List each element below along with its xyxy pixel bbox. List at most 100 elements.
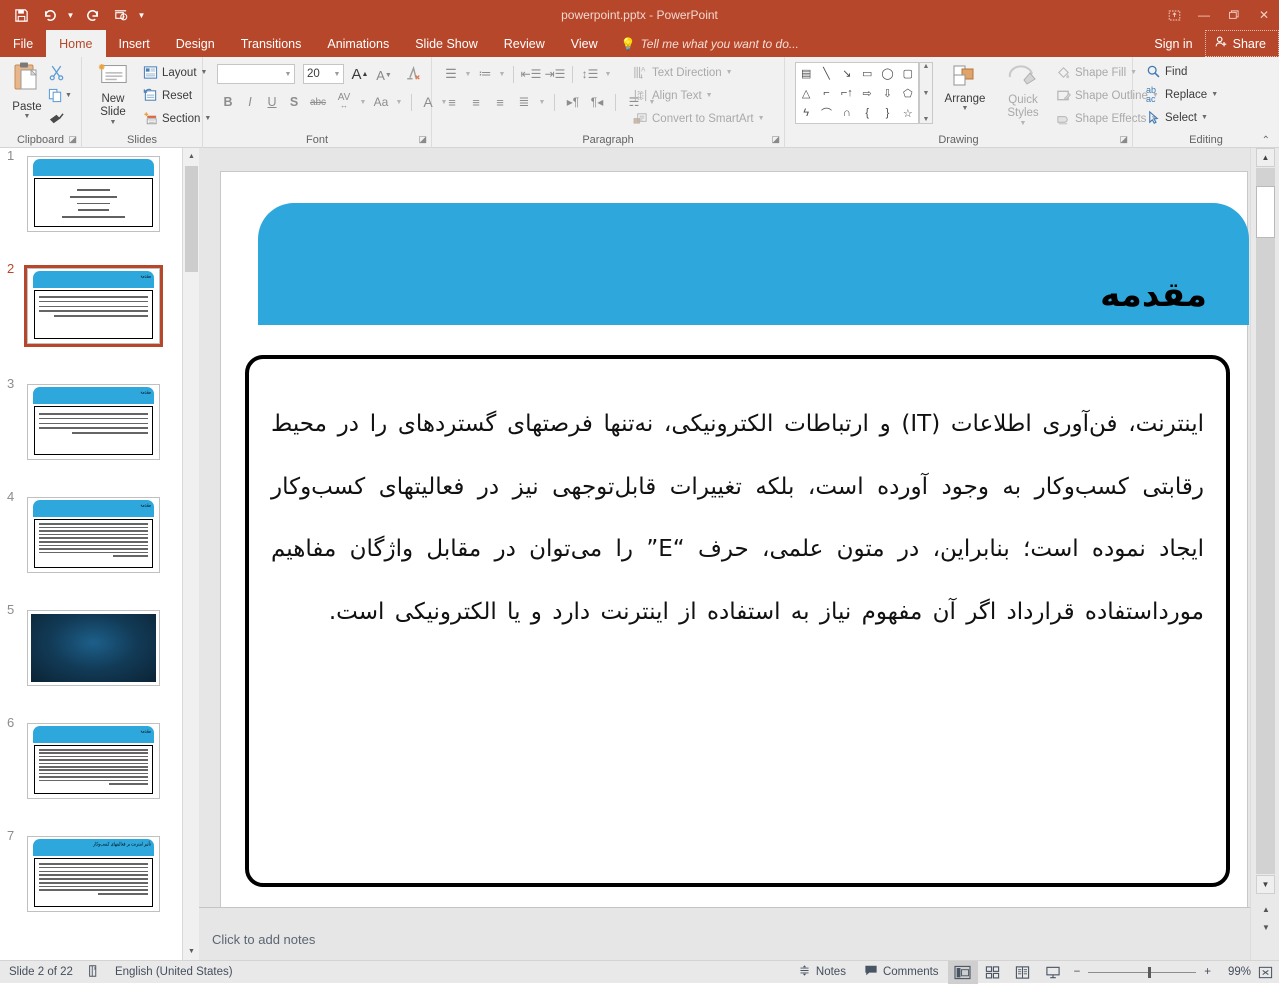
text-shadow-button[interactable]: S bbox=[283, 91, 305, 113]
slide-body-text[interactable]: اینترنت، فن‌آوری اطلاعات (IT) و ارتباطات… bbox=[271, 393, 1204, 643]
strikethrough-button[interactable]: abc bbox=[305, 91, 331, 113]
bullets-dropdown-icon[interactable]: ▼ bbox=[462, 71, 474, 78]
thumb-scrollbar-handle[interactable] bbox=[185, 166, 198, 272]
thumb-scroll-down-icon[interactable]: ▼ bbox=[183, 943, 200, 960]
decrease-font-size-button[interactable]: A▼ bbox=[373, 65, 395, 85]
normal-view-button[interactable] bbox=[948, 961, 978, 984]
close-icon[interactable]: ✕ bbox=[1249, 0, 1279, 30]
decrease-indent-button[interactable]: ⇤☰ bbox=[519, 63, 543, 85]
language-status[interactable]: English (United States) bbox=[115, 966, 233, 978]
tab-transitions[interactable]: Transitions bbox=[228, 30, 315, 57]
restore-icon[interactable] bbox=[1219, 0, 1249, 30]
slide-thumbnail-6[interactable]: مقدمه bbox=[27, 723, 160, 799]
increase-indent-button[interactable]: ⇥☰ bbox=[543, 63, 567, 85]
copy-button[interactable]: ▼ bbox=[48, 84, 82, 107]
slide-thumbnail-1[interactable] bbox=[27, 156, 160, 232]
collapse-ribbon-icon[interactable]: ⌃ bbox=[1262, 135, 1270, 146]
ribbon-display-options-icon[interactable] bbox=[1159, 0, 1189, 30]
tab-home[interactable]: Home bbox=[46, 30, 105, 57]
select-dropdown-icon[interactable]: ▼ bbox=[1201, 114, 1208, 121]
justify-dropdown-icon[interactable]: ▼ bbox=[536, 99, 548, 106]
tab-view[interactable]: View bbox=[558, 30, 611, 57]
bold-button[interactable]: B bbox=[217, 91, 239, 113]
stage-scroll-down-icon[interactable]: ▼ bbox=[1256, 875, 1275, 894]
tab-slide-show[interactable]: Slide Show bbox=[402, 30, 491, 57]
character-spacing-button[interactable]: AV↔ bbox=[331, 91, 357, 113]
slide-thumbnail-pane[interactable]: 1 2 مقدمه 3 bbox=[0, 148, 182, 960]
line-spacing-dropdown-icon[interactable]: ▼ bbox=[602, 71, 614, 78]
shape-down-arrow-icon[interactable]: ⇩ bbox=[877, 83, 897, 103]
shape-right-brace-icon[interactable]: } bbox=[877, 103, 897, 123]
format-painter-button[interactable] bbox=[48, 107, 82, 130]
arrange-button[interactable]: Arrange ▼ bbox=[937, 64, 993, 112]
slide-counter[interactable]: Slide 2 of 22 bbox=[9, 966, 73, 978]
reading-view-button[interactable] bbox=[1008, 961, 1038, 984]
convert-to-smartart-button[interactable]: Convert to SmartArt ▼ bbox=[630, 107, 768, 130]
shape-star-icon[interactable]: ☆ bbox=[898, 103, 918, 123]
shapes-gallery[interactable]: ▤ ╲ ↘ ▭ ◯ ▢ △ ⌐ ⌐↑ ⇨ ⇩ ⬠ ϟ ⌒ ∩ { } ☆ bbox=[795, 62, 919, 124]
share-button[interactable]: Share bbox=[1205, 30, 1279, 57]
line-spacing-button[interactable]: ↕☰ bbox=[578, 63, 602, 85]
new-slide-dropdown-icon[interactable]: ▼ bbox=[88, 119, 138, 126]
shape-pentagon-icon[interactable]: ⬠ bbox=[898, 83, 918, 103]
tab-insert[interactable]: Insert bbox=[106, 30, 163, 57]
font-size-dropdown-icon[interactable]: ▼ bbox=[330, 64, 344, 84]
font-dialog-launcher-icon[interactable]: ◪ bbox=[418, 134, 427, 145]
slide-thumbnail-2[interactable]: مقدمه bbox=[27, 268, 160, 344]
text-direction-button[interactable]: A Text Direction ▼ bbox=[630, 61, 768, 84]
ltr-direction-button[interactable]: ▸¶ bbox=[561, 91, 585, 113]
tab-review[interactable]: Review bbox=[491, 30, 558, 57]
align-center-button[interactable]: ≡ bbox=[464, 91, 488, 113]
select-button[interactable]: Select ▼ bbox=[1143, 106, 1221, 129]
find-button[interactable]: Find bbox=[1143, 60, 1221, 83]
current-slide[interactable]: مقدمه اینترنت، فن‌آوری اطلاعات (IT) و ار… bbox=[220, 171, 1248, 910]
cut-button[interactable] bbox=[48, 61, 82, 84]
stage-scrollbar-handle[interactable] bbox=[1256, 186, 1275, 238]
copy-dropdown-icon[interactable]: ▼ bbox=[65, 92, 72, 99]
clipboard-dialog-launcher-icon[interactable]: ◪ bbox=[68, 134, 77, 145]
slide-content-placeholder[interactable]: اینترنت، فن‌آوری اطلاعات (IT) و ارتباطات… bbox=[245, 355, 1230, 887]
align-right-button[interactable]: ≡ bbox=[488, 91, 512, 113]
shape-rounded-rectangle-icon[interactable]: ▢ bbox=[898, 63, 918, 83]
tab-file[interactable]: File bbox=[0, 30, 46, 57]
spell-check-icon[interactable]: x bbox=[87, 964, 101, 981]
paragraph-dialog-launcher-icon[interactable]: ◪ bbox=[771, 134, 780, 145]
minimize-icon[interactable]: — bbox=[1189, 0, 1219, 30]
shape-rectangle-icon[interactable]: ▭ bbox=[857, 63, 877, 83]
bullets-button[interactable]: ☰ bbox=[440, 63, 462, 85]
clear-formatting-button[interactable] bbox=[401, 64, 423, 84]
customize-qat-icon[interactable]: ▼ bbox=[135, 2, 148, 28]
slide-show-view-button[interactable] bbox=[1038, 961, 1068, 984]
slide-thumbnail-7[interactable]: تأثیر اینترنت بر فعالیتهای کسب‌وکار bbox=[27, 836, 160, 912]
zoom-slider-handle[interactable] bbox=[1148, 967, 1151, 978]
underline-button[interactable]: U bbox=[261, 91, 283, 113]
zoom-control[interactable]: − + bbox=[1068, 966, 1217, 978]
shape-oval-icon[interactable]: ◯ bbox=[877, 63, 897, 83]
text-direction-dropdown-icon[interactable]: ▼ bbox=[726, 69, 733, 76]
tab-design[interactable]: Design bbox=[163, 30, 228, 57]
zoom-in-button[interactable]: + bbox=[1204, 966, 1211, 978]
previous-slide-icon[interactable]: ▲ bbox=[1259, 902, 1273, 916]
notes-toggle-button[interactable]: Notes bbox=[789, 961, 855, 984]
comments-toggle-button[interactable]: Comments bbox=[855, 961, 948, 984]
slide-thumbnail-3[interactable]: مقدمه bbox=[27, 384, 160, 460]
redo-icon[interactable] bbox=[79, 2, 105, 28]
sign-in-button[interactable]: Sign in bbox=[1142, 37, 1204, 51]
undo-dropdown-icon[interactable]: ▼ bbox=[64, 2, 77, 28]
zoom-out-button[interactable]: − bbox=[1074, 966, 1081, 978]
shapes-gallery-scrollbar[interactable]: ▲ ▼ ▼ bbox=[919, 62, 933, 124]
undo-icon[interactable] bbox=[36, 2, 62, 28]
gallery-scroll-up-icon[interactable]: ▲ bbox=[923, 63, 930, 70]
convert-to-smartart-dropdown-icon[interactable]: ▼ bbox=[758, 115, 765, 122]
numbering-dropdown-icon[interactable]: ▼ bbox=[496, 71, 508, 78]
shape-textbox-icon[interactable]: ▤ bbox=[796, 63, 816, 83]
shape-left-brace-icon[interactable]: { bbox=[857, 103, 877, 123]
stage-scroll-up-icon[interactable]: ▲ bbox=[1256, 148, 1275, 167]
drawing-dialog-launcher-icon[interactable]: ◪ bbox=[1119, 134, 1128, 145]
tell-me-box[interactable]: 💡 Tell me what you want to do... bbox=[611, 30, 809, 57]
paste-dropdown-icon[interactable]: ▼ bbox=[5, 113, 49, 120]
slide-sorter-view-button[interactable] bbox=[978, 961, 1008, 984]
next-slide-icon[interactable]: ▼ bbox=[1259, 920, 1273, 934]
shape-curve-icon[interactable]: ∩ bbox=[837, 103, 857, 123]
start-presentation-icon[interactable] bbox=[107, 2, 133, 28]
